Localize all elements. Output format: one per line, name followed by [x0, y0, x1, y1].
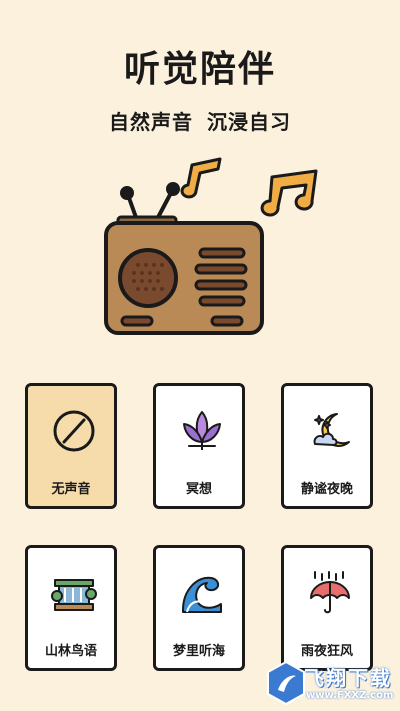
moon-stars-icon [307, 408, 353, 454]
page-title: 听觉陪伴 [123, 49, 276, 90]
sound-option-label: 无声音 [51, 482, 91, 497]
sound-option-label: 雨夜狂风 [300, 644, 353, 659]
music-note-icon [180, 157, 222, 199]
no-sound-icon [51, 408, 97, 454]
lotus-icon [179, 408, 225, 454]
watermark-brand: 飞翔下载 [304, 666, 392, 690]
radio-illustration [100, 155, 330, 345]
sound-option-label: 梦里听海 [172, 644, 225, 659]
rain-umbrella-icon [307, 570, 353, 616]
sound-option-ocean-dream[interactable]: 梦里听海 [153, 545, 245, 671]
waterfall-icon [51, 570, 97, 616]
page-subtitle: 自然声音 沉浸自习 [109, 110, 291, 134]
sound-option-label: 冥想 [185, 482, 212, 497]
sound-option-rain-wind[interactable]: 雨夜狂风 [281, 545, 373, 671]
sound-option-forest-birds[interactable]: 山林鸟语 [25, 545, 117, 671]
watermark: 飞翔下载 www.FXXZ.com [266, 660, 396, 708]
wave-icon [179, 570, 225, 616]
watermark-url: www.FXXZ.com [306, 690, 394, 701]
sound-option-label: 静谧夜晚 [300, 482, 353, 497]
sound-option-label: 山林鸟语 [44, 644, 97, 659]
sound-option-quiet-night[interactable]: 静谧夜晚 [281, 383, 373, 509]
sound-option-meditation[interactable]: 冥想 [153, 383, 245, 509]
sound-option-silent[interactable]: 无声音 [25, 383, 117, 509]
watermark-logo-icon [266, 660, 306, 706]
double-note-icon [260, 169, 318, 217]
